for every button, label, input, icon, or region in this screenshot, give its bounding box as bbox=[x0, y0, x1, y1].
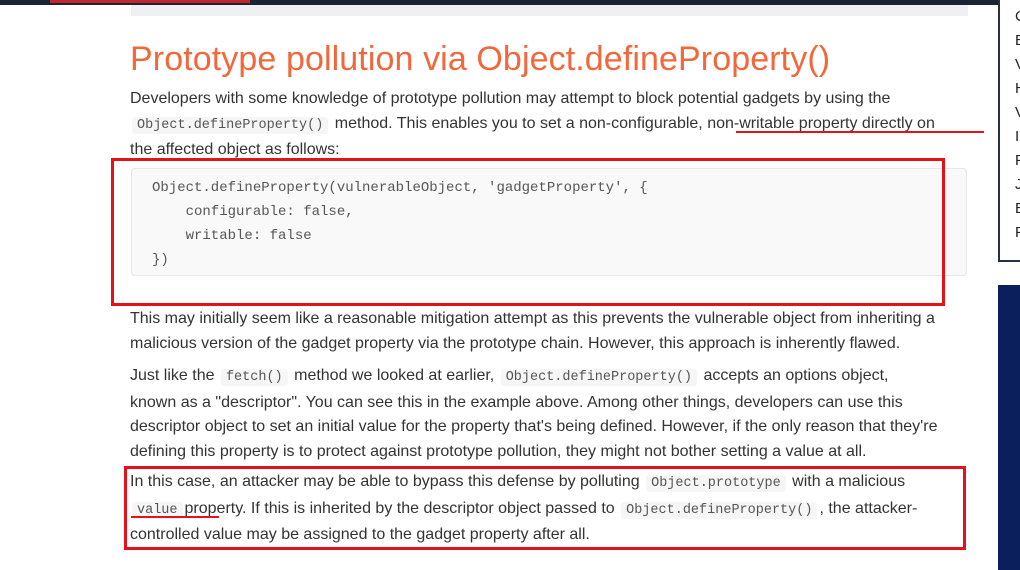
side-panel-letter[interactable]: E bbox=[1015, 200, 1020, 218]
side-panel-letter[interactable]: V bbox=[1015, 56, 1020, 74]
side-panel-letter[interactable]: F bbox=[1015, 152, 1020, 170]
annotation-box-code bbox=[111, 158, 945, 306]
inline-code: fetch() bbox=[220, 369, 288, 386]
side-dark-block bbox=[998, 285, 1020, 570]
annotation-box-bypass bbox=[124, 466, 966, 550]
paragraph-text: method we looked at earlier, bbox=[294, 367, 495, 384]
paragraph-intro: Developers with some knowledge of protot… bbox=[130, 87, 970, 163]
section-title: Prototype pollution via Object.definePro… bbox=[130, 40, 831, 78]
side-panel-letter[interactable]: F bbox=[1015, 224, 1020, 242]
paragraph-descriptor: Just like the fetch() method we looked a… bbox=[130, 364, 970, 464]
paragraph-text: Just like the bbox=[130, 367, 215, 384]
paragraph-text: accepts an options object, bbox=[703, 367, 889, 384]
inline-code: Object.defineProperty() bbox=[132, 116, 329, 134]
side-panel-letter[interactable]: H bbox=[1015, 80, 1020, 98]
annotation-underline bbox=[131, 516, 219, 518]
paragraph-text: Developers with some knowledge of protot… bbox=[130, 90, 891, 107]
paragraph-text: method. This enables you to set a non-co… bbox=[334, 114, 703, 132]
paragraph-text: malicious version of the gadget property… bbox=[130, 334, 901, 352]
side-panel-letter[interactable]: V bbox=[1015, 104, 1020, 122]
top-bar-accent bbox=[50, 0, 250, 3]
side-panel-letter[interactable]: I bbox=[1015, 128, 1019, 146]
inline-code: Object.defineProperty() bbox=[500, 369, 698, 386]
paragraph-text: the affected object as follows: bbox=[130, 141, 340, 158]
annotation-underline bbox=[736, 131, 984, 133]
side-panel-letter[interactable]: E bbox=[1015, 32, 1020, 50]
paragraph-mitigation: This may initially seem like a reasonabl… bbox=[130, 307, 970, 356]
paragraph-text: non-writable property directly on bbox=[707, 114, 935, 132]
paragraph-text: This may initially seem like a reasonabl… bbox=[130, 310, 935, 327]
side-panel: C E V H V I F J E F bbox=[998, 0, 1020, 262]
paragraph-text: descriptor object to set an initial valu… bbox=[130, 418, 938, 435]
side-panel-letter[interactable]: C bbox=[1015, 8, 1020, 26]
paragraph-text: known as a "descriptor". You can see thi… bbox=[130, 393, 903, 411]
previous-content-strip bbox=[131, 5, 968, 16]
paragraph-text: defining this property is to protect aga… bbox=[130, 442, 867, 460]
side-panel-letter[interactable]: J bbox=[1015, 176, 1020, 194]
